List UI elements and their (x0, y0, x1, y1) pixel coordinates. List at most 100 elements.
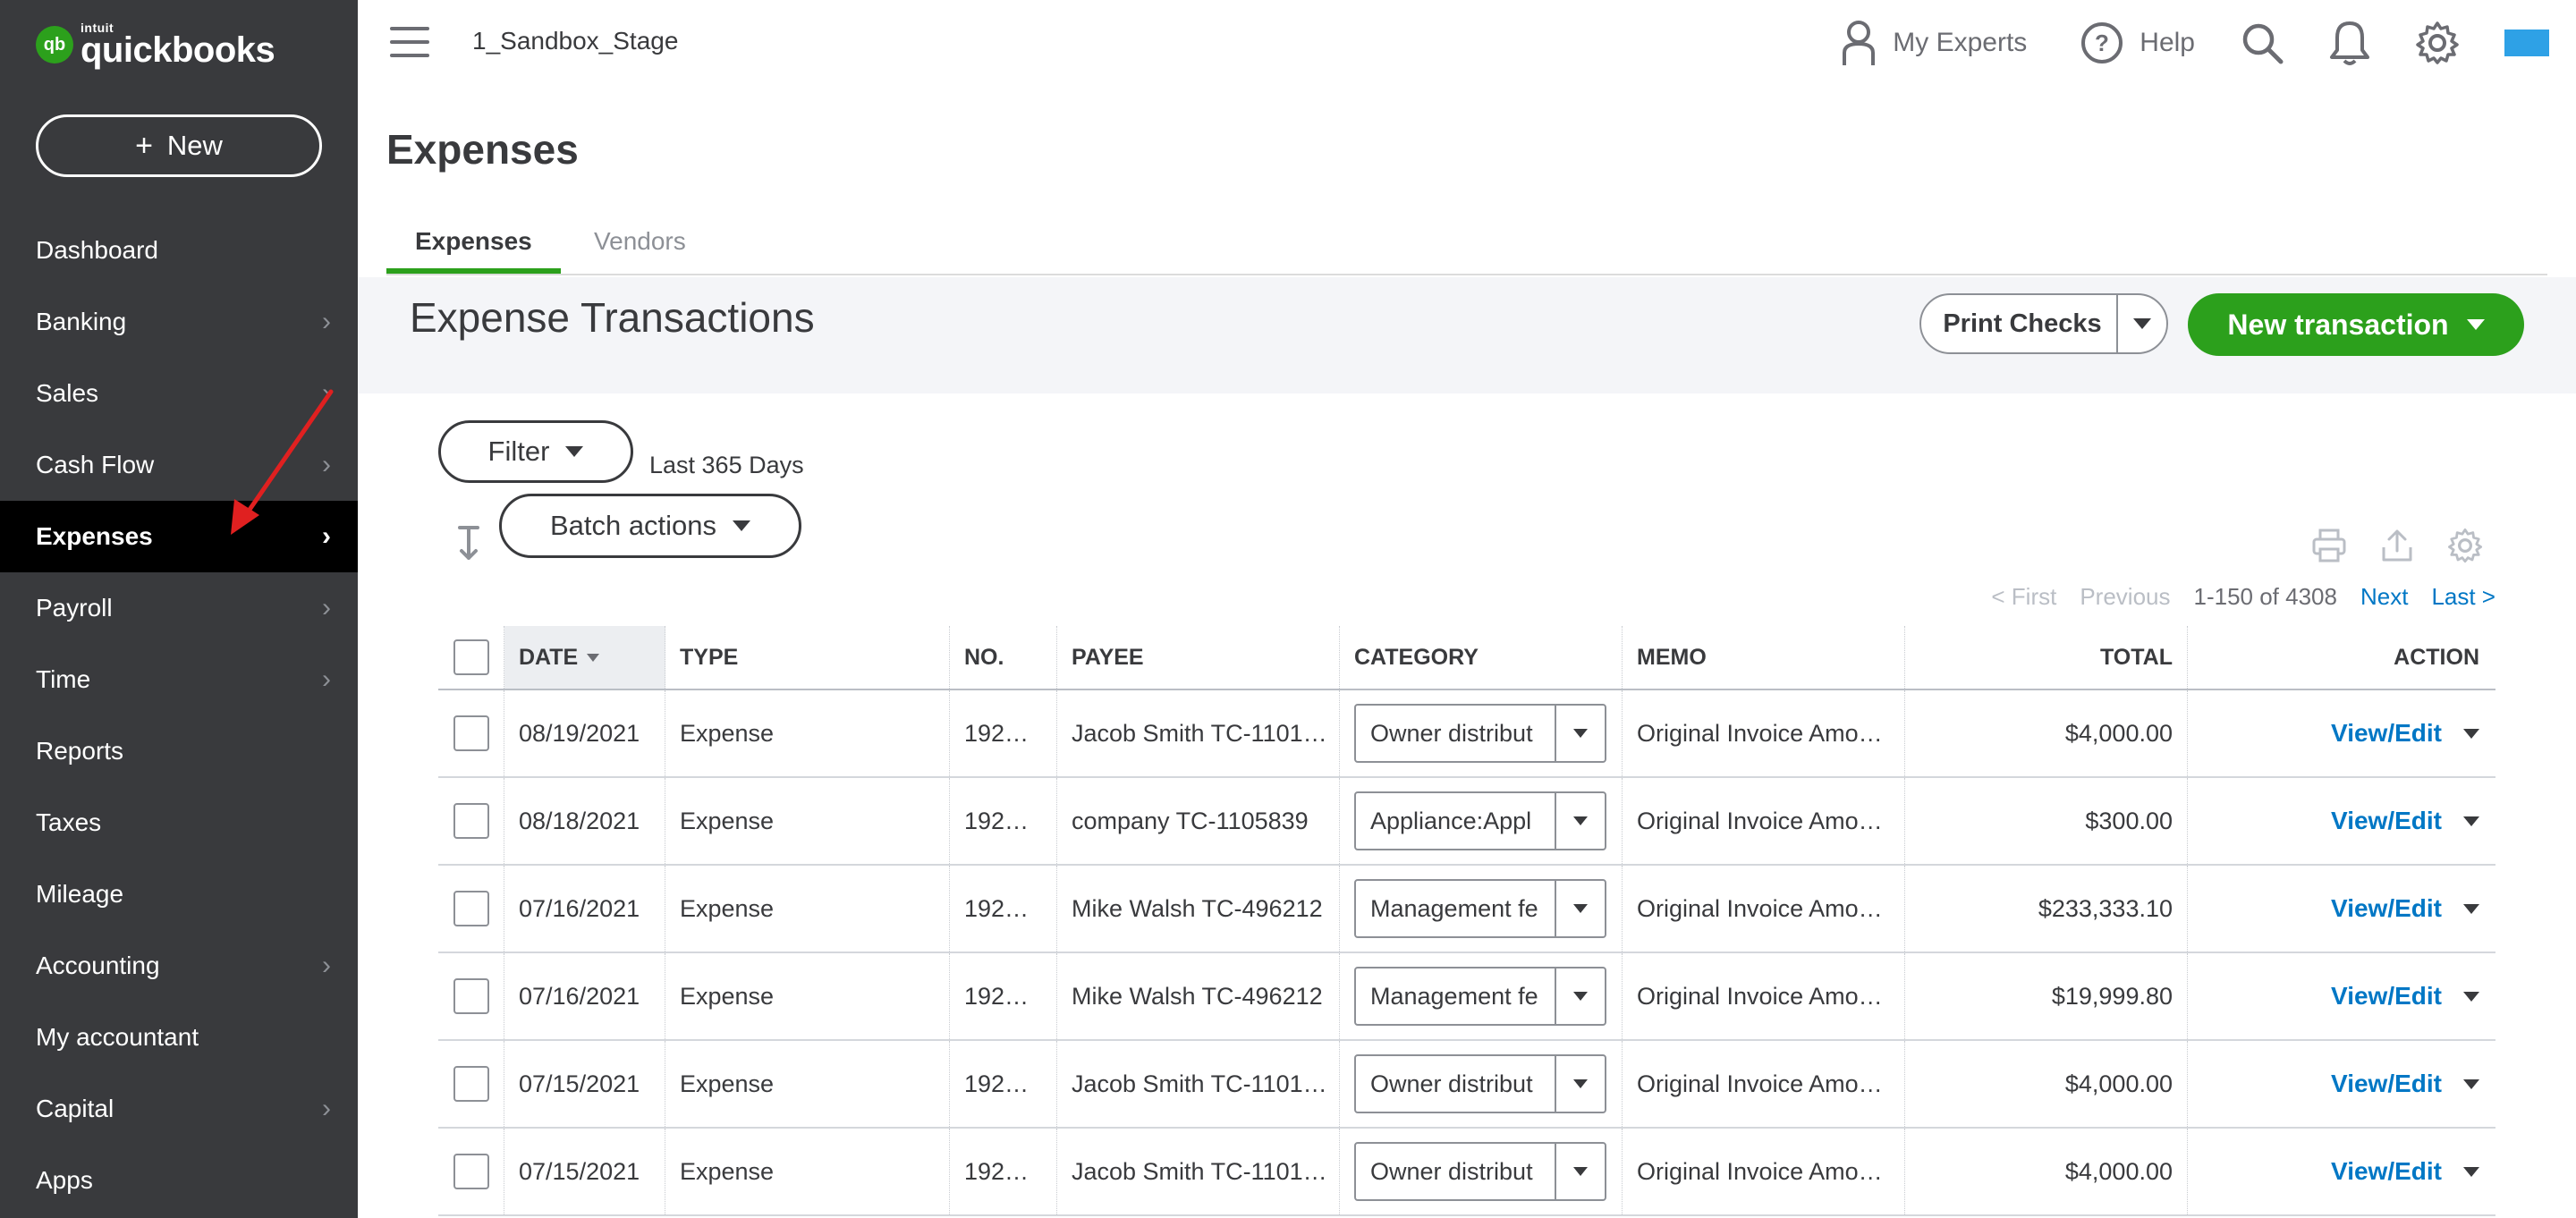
table-settings-gear-icon[interactable] (2447, 528, 2483, 563)
date-cell: 08/19/2021 (504, 690, 665, 776)
payee-cell: Jacob Smith TC-1101… (1057, 690, 1340, 776)
category-select[interactable]: Owner distribut (1354, 704, 1606, 763)
sidebar-item-my-accountant[interactable]: My accountant (0, 1002, 358, 1073)
category-dropdown-button[interactable] (1555, 968, 1605, 1024)
memo-cell: Original Invoice Amo… (1623, 1041, 1905, 1127)
view-edit-link[interactable]: View/Edit (2331, 1157, 2442, 1186)
sidebar-item-label: Payroll (36, 594, 113, 622)
view-edit-link[interactable]: View/Edit (2331, 807, 2442, 835)
batch-actions-label: Batch actions (549, 510, 717, 541)
filter-button[interactable]: Filter (438, 420, 633, 483)
memo-cell: Original Invoice Amo… (1623, 953, 1905, 1039)
column-header-category[interactable]: CATEGORY (1340, 626, 1623, 689)
sidebar-item-banking[interactable]: Banking › (0, 286, 358, 358)
account-badge-icon[interactable] (2504, 30, 2549, 56)
tab-vendors[interactable]: Vendors (565, 227, 715, 274)
new-button[interactable]: + New (36, 114, 322, 177)
table-row[interactable]: 08/19/2021 Expense 192… Jacob Smith TC-1… (438, 690, 2496, 778)
category-select[interactable]: Owner distribut (1354, 1054, 1606, 1113)
sidebar-item-time[interactable]: Time › (0, 644, 358, 715)
sidebar-item-capital[interactable]: Capital › (0, 1073, 358, 1145)
sidebar-item-taxes[interactable]: Taxes (0, 787, 358, 859)
category-dropdown-button[interactable] (1555, 793, 1605, 849)
sidebar-item-apps[interactable]: Apps (0, 1145, 358, 1216)
row-checkbox[interactable] (453, 803, 489, 839)
row-select-cell (438, 690, 504, 776)
view-edit-link[interactable]: View/Edit (2331, 719, 2442, 748)
category-dropdown-button[interactable] (1555, 1144, 1605, 1199)
sidebar-item-reports[interactable]: Reports (0, 715, 358, 787)
total-cell: $4,000.00 (1905, 1041, 2188, 1127)
batch-actions-button[interactable]: Batch actions (499, 494, 801, 558)
category-select[interactable]: Appliance:Appl (1354, 791, 1606, 850)
chevron-right-icon: › (322, 664, 331, 694)
hamburger-menu-icon[interactable] (390, 27, 429, 57)
search-button[interactable] (2240, 21, 2284, 65)
type-cell: Expense (665, 1041, 950, 1127)
action-menu-caret-icon[interactable] (2463, 816, 2479, 826)
row-checkbox[interactable] (453, 1154, 489, 1189)
table-row[interactable]: 07/16/2021 Expense 192… Mike Walsh TC-49… (438, 866, 2496, 953)
action-menu-caret-icon[interactable] (2463, 1166, 2479, 1177)
category-dropdown-button[interactable] (1555, 706, 1605, 761)
category-select[interactable]: Owner distribut (1354, 1142, 1606, 1201)
row-checkbox[interactable] (453, 1066, 489, 1102)
category-dropdown-button[interactable] (1555, 881, 1605, 936)
action-menu-caret-icon[interactable] (2463, 1078, 2479, 1089)
print-icon[interactable] (2311, 528, 2347, 563)
tab-expenses[interactable]: Expenses (386, 227, 561, 274)
table-row[interactable]: 07/15/2021 Expense 192… Jacob Smith TC-1… (438, 1129, 2496, 1216)
quickbooks-logo[interactable]: qb intuit quickbooks (36, 20, 275, 70)
banner-title: Expense Transactions (410, 294, 815, 341)
column-header-payee[interactable]: PAYEE (1057, 626, 1340, 689)
view-edit-link[interactable]: View/Edit (2331, 894, 2442, 923)
logo-wordmark: intuit quickbooks (80, 21, 275, 68)
row-checkbox[interactable] (453, 715, 489, 751)
sidebar-item-label: Banking (36, 308, 127, 335)
pager-next[interactable]: Next (2360, 583, 2408, 611)
pager-first: < First (1991, 583, 2057, 610)
table-row[interactable]: 07/16/2021 Expense 192… Mike Walsh TC-49… (438, 953, 2496, 1041)
pager-last[interactable]: Last > (2431, 583, 2496, 611)
sidebar-item-dashboard[interactable]: Dashboard (0, 215, 358, 286)
column-header-no[interactable]: NO. (950, 626, 1057, 689)
row-checkbox[interactable] (453, 978, 489, 1014)
category-value: Owner distribut (1370, 1070, 1533, 1097)
view-edit-link[interactable]: View/Edit (2331, 982, 2442, 1011)
column-header-total[interactable]: TOTAL (1905, 626, 2188, 689)
annotation-arrow-icon (231, 389, 334, 535)
top-bar: 1_Sandbox_Stage My Experts ? Help (358, 0, 2576, 86)
action-menu-caret-icon[interactable] (2463, 728, 2479, 739)
action-menu-caret-icon[interactable] (2463, 903, 2479, 914)
total-cell: $4,000.00 (1905, 1129, 2188, 1214)
action-menu-caret-icon[interactable] (2463, 991, 2479, 1002)
column-header-type[interactable]: TYPE (665, 626, 950, 689)
type-cell: Expense (665, 953, 950, 1039)
my-experts-button[interactable]: My Experts (1841, 19, 2027, 67)
select-all-checkbox[interactable] (453, 639, 489, 675)
category-dropdown-button[interactable] (1555, 1056, 1605, 1112)
sidebar-item-mileage[interactable]: Mileage (0, 859, 358, 930)
new-transaction-button[interactable]: New transaction (2188, 293, 2524, 356)
pager-previous: Previous (2080, 583, 2171, 610)
view-edit-link[interactable]: View/Edit (2331, 1070, 2442, 1098)
category-select[interactable]: Management fe (1354, 879, 1606, 938)
memo-cell: Original Invoice Amo… (1623, 690, 1905, 776)
column-header-date[interactable]: DATE (504, 626, 665, 689)
my-experts-label: My Experts (1893, 28, 2028, 57)
search-icon (2242, 23, 2284, 64)
row-checkbox[interactable] (453, 891, 489, 926)
category-select[interactable]: Management fe (1354, 967, 1606, 1026)
column-header-label: MEMO (1637, 644, 1707, 670)
print-checks-button[interactable]: Print Checks (1919, 293, 2168, 354)
sidebar-item-payroll[interactable]: Payroll › (0, 572, 358, 644)
table-row[interactable]: 07/15/2021 Expense 192… Jacob Smith TC-1… (438, 1041, 2496, 1129)
help-button[interactable]: ? Help (2080, 21, 2195, 64)
export-icon[interactable] (2379, 528, 2415, 563)
column-header-memo[interactable]: MEMO (1623, 626, 1905, 689)
notifications-button[interactable] (2329, 20, 2370, 66)
print-checks-dropdown[interactable] (2116, 295, 2166, 352)
settings-button[interactable] (2415, 21, 2460, 65)
sidebar-item-accounting[interactable]: Accounting › (0, 930, 358, 1002)
table-row[interactable]: 08/18/2021 Expense 192… company TC-11058… (438, 778, 2496, 866)
